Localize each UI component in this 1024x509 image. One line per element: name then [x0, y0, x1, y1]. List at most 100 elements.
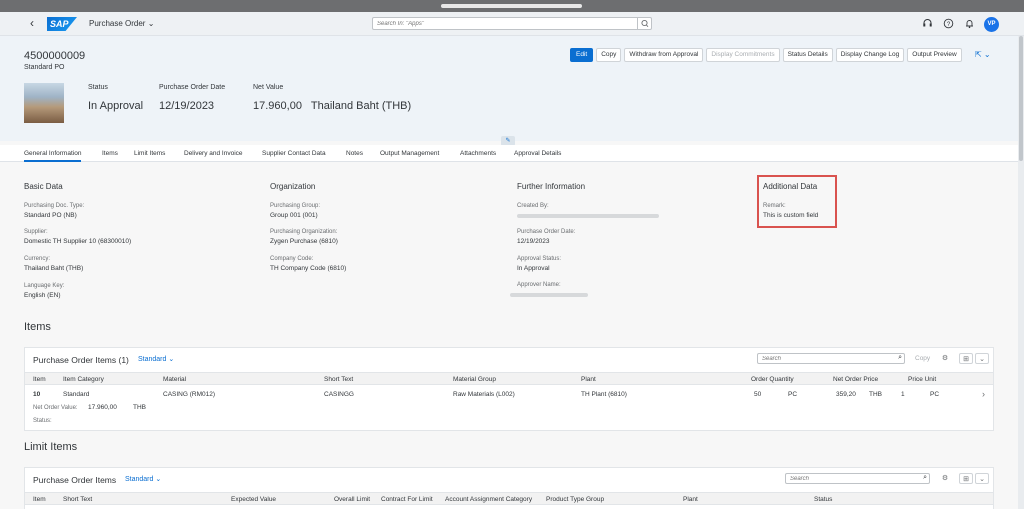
shell-bar: ‹ SAP Purchase Order ⌄ ? VP — [0, 12, 1024, 36]
field-label: Approver Name: — [517, 282, 561, 288]
tab-supplier-contact[interactable]: Supplier Contact Data — [262, 150, 326, 157]
status-details-button[interactable]: Status Details — [782, 48, 833, 62]
kpi-net-value: Net Value 17.960,00 Thailand Baht (THB) — [253, 84, 411, 112]
back-icon[interactable]: ‹ — [30, 17, 34, 29]
field-label: Currency: — [24, 256, 51, 262]
col-product-type-group: Product Type Group — [546, 496, 605, 503]
chevron-right-icon[interactable]: › — [982, 389, 985, 399]
field-value: Group 001 (001) — [270, 212, 318, 219]
col-contract-for-limit: Contract For Limit — [381, 496, 433, 503]
field-label: Purchasing Organization: — [270, 229, 338, 235]
export-icon[interactable]: ⊞ — [959, 353, 973, 364]
headset-icon[interactable] — [922, 18, 933, 29]
sap-logo[interactable]: SAP — [47, 17, 77, 31]
cell-material-group: Raw Materials (L002) — [453, 391, 515, 398]
status-label: Status: — [33, 418, 52, 424]
col-account-assignment: Account Assignment Category — [445, 496, 533, 503]
field-value: Thailand Baht (THB) — [24, 265, 84, 272]
scrollbar-thumb[interactable] — [1019, 36, 1023, 161]
chevron-down-icon[interactable]: ⌄ — [975, 353, 989, 364]
items-heading: Items — [24, 321, 51, 333]
cell-category: Standard — [63, 391, 90, 398]
kpi-po-date-value: 12/19/2023 — [159, 100, 215, 112]
field-value: In Approval — [517, 265, 550, 272]
search-icon[interactable]: ⌕ — [923, 474, 927, 482]
items-table: Purchase Order Items (1) Standard ⌄ ⌕ Co… — [24, 347, 994, 431]
col-order-quantity: Order Quantity — [751, 376, 794, 383]
copy-button[interactable]: Copy — [596, 48, 622, 62]
col-material: Material — [163, 376, 187, 383]
field-value: TH Company Code (6810) — [270, 265, 347, 272]
search-icon[interactable] — [637, 18, 651, 29]
col-item-category: Item Category — [63, 376, 104, 383]
limit-search-input[interactable] — [786, 474, 929, 483]
po-type: Standard PO — [24, 64, 65, 71]
tab-general-information[interactable]: General Information — [24, 150, 82, 162]
field-value: Zygen Purchase (6810) — [270, 238, 338, 245]
export-icon[interactable]: ⊞ — [959, 473, 973, 484]
display-change-log-button[interactable]: Display Change Log — [835, 48, 905, 62]
cell-price-unit: 1 — [901, 391, 905, 398]
share-icon[interactable]: ⇱ ⌄ — [975, 50, 991, 59]
tab-approval-details[interactable]: Approval Details — [514, 150, 561, 157]
col-overall-limit: Overall Limit — [334, 496, 371, 503]
field-label: Purchasing Doc. Type: — [24, 203, 85, 209]
redacted-value — [510, 293, 588, 297]
search-icon[interactable]: ⌕ — [898, 354, 902, 362]
display-commitments-button[interactable]: Display Commitments — [706, 48, 780, 62]
variant-label: Standard — [138, 356, 167, 363]
edit-button[interactable]: Edit — [570, 48, 594, 62]
header-actions: Edit Copy Withdraw from Approval Display… — [570, 48, 962, 62]
tab-attachments[interactable]: Attachments — [460, 150, 496, 157]
items-table-header: Item Item Category Material Short Text M… — [25, 372, 993, 385]
field-value: 12/19/2023 — [517, 238, 550, 245]
further-info-title: Further Information — [517, 182, 586, 191]
field-label: Supplier: — [24, 229, 48, 235]
net-order-value-currency: THB — [133, 404, 146, 411]
field-label: Company Code: — [270, 256, 314, 262]
tab-output-management[interactable]: Output Management — [380, 150, 439, 157]
limit-items-table: Purchase Order Items Standard ⌄ ⌕ ⚙ ⊞ ⌄ … — [24, 467, 994, 509]
tab-notes[interactable]: Notes — [346, 150, 363, 157]
sap-logo-text: SAP — [50, 19, 69, 29]
help-icon[interactable]: ? — [943, 18, 954, 29]
variant-selector[interactable]: Standard ⌄ — [138, 355, 174, 363]
object-header: 4500000009 Standard PO Status In Approva… — [0, 36, 1024, 141]
net-order-value: 17.960,00 — [88, 404, 117, 411]
col-price-unit: Price Unit — [908, 376, 937, 383]
app-title-menu[interactable]: Purchase Order ⌄ — [89, 19, 154, 28]
field-label: Purchase Order Date: — [517, 229, 576, 235]
shell-search-input[interactable] — [373, 18, 635, 29]
field-value: This is custom field — [763, 212, 819, 219]
kpi-po-date-label: Purchase Order Date — [159, 84, 226, 91]
items-search-input[interactable] — [758, 354, 904, 363]
cell-short-text: CASINGG — [324, 391, 354, 398]
limit-items-heading: Limit Items — [24, 441, 78, 453]
col-item: Item — [33, 376, 46, 383]
kpi-status: Status In Approval — [88, 84, 143, 112]
variant-selector[interactable]: Standard ⌄ — [125, 475, 161, 483]
page-scrollbar[interactable] — [1018, 36, 1024, 509]
col-plant: Plant — [683, 496, 698, 503]
kpi-po-date: Purchase Order Date 12/19/2023 — [159, 84, 225, 112]
chevron-down-icon: ⌄ — [147, 19, 155, 28]
tab-limit-items[interactable]: Limit Items — [134, 150, 165, 157]
field-value: Domestic TH Supplier 10 (68300010) — [24, 238, 132, 245]
withdraw-approval-button[interactable]: Withdraw from Approval — [624, 48, 704, 62]
po-image — [24, 83, 64, 123]
shell-search — [372, 17, 652, 30]
settings-icon[interactable]: ⚙ — [938, 353, 952, 364]
user-avatar[interactable]: VP — [984, 17, 999, 32]
redacted-value — [517, 214, 659, 218]
field-label: Purchasing Group: — [270, 203, 321, 209]
tab-items[interactable]: Items — [102, 150, 118, 157]
output-preview-button[interactable]: Output Preview — [907, 48, 962, 62]
bell-icon[interactable] — [964, 18, 975, 29]
tab-delivery-invoice[interactable]: Delivery and Invoice — [184, 150, 243, 157]
chevron-down-icon: ⌄ — [168, 356, 175, 363]
settings-icon[interactable]: ⚙ — [938, 473, 952, 484]
chevron-down-icon[interactable]: ⌄ — [975, 473, 989, 484]
items-table-title: Purchase Order Items (1) — [33, 355, 129, 365]
po-number: 4500000009 — [24, 50, 86, 62]
items-copy-button[interactable]: Copy — [915, 355, 930, 362]
